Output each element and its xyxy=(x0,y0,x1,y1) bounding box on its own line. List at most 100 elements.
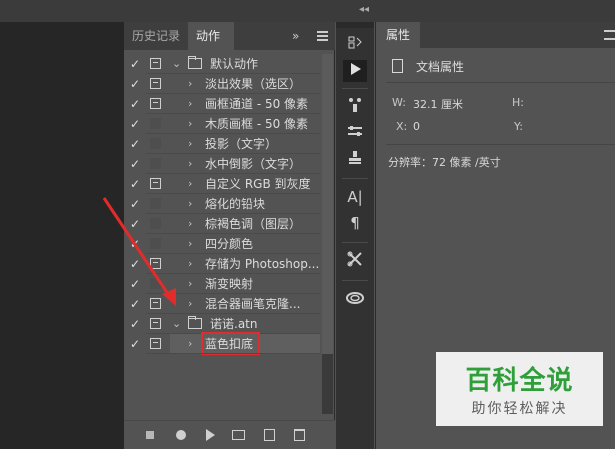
red-arrow-annotation xyxy=(102,197,176,306)
dialog-toggle-icon[interactable] xyxy=(150,138,161,149)
watermark-title: 百科全说 xyxy=(465,366,574,396)
toggle-checkmark-icon[interactable]: ✓ xyxy=(130,156,142,172)
brush-presets-icon[interactable] xyxy=(343,96,367,118)
chevron-right-icon[interactable]: › xyxy=(188,175,192,193)
action-label: 默认动作 xyxy=(210,57,259,71)
collapse-panels-icon[interactable]: ◂◂ xyxy=(359,4,369,15)
properties-tabs: 属性 xyxy=(376,22,615,48)
action-row[interactable]: ✓ › 投影（文字） xyxy=(124,134,320,154)
action-row[interactable]: ✓ › 蓝色扣底 xyxy=(124,332,320,355)
creative-cloud-icon[interactable] xyxy=(343,288,367,310)
chevron-right-icon[interactable]: › xyxy=(188,275,192,293)
tab-history[interactable]: 历史记录 xyxy=(124,22,188,50)
action-label: 存储为 Photoshop... xyxy=(205,257,320,271)
x-label: X: xyxy=(396,120,408,133)
tool-separator xyxy=(342,242,368,243)
tab-properties[interactable]: 属性 xyxy=(376,22,420,48)
chevron-right-icon[interactable]: › xyxy=(188,135,192,153)
chevron-right-icon[interactable]: › xyxy=(188,335,192,353)
tool-presets-icon[interactable] xyxy=(343,250,367,272)
action-row[interactable]: ✓ › 木质画框 - 50 像素 xyxy=(124,114,320,134)
trash-icon[interactable] xyxy=(294,429,305,441)
stop-icon[interactable] xyxy=(146,431,154,439)
y-label: Y: xyxy=(514,120,523,133)
red-highlight-box xyxy=(201,332,260,355)
panel-menu-icon[interactable] xyxy=(604,30,615,40)
adjustments-icon[interactable] xyxy=(343,122,367,144)
clone-source-icon[interactable] xyxy=(343,148,367,170)
actions-scrollbar-thumb[interactable] xyxy=(322,54,333,354)
tool-separator xyxy=(342,88,368,89)
document-properties-title: 文档属性 xyxy=(416,60,465,74)
play-icon[interactable] xyxy=(343,60,367,82)
chevron-right-icon[interactable]: › xyxy=(188,195,192,213)
chevron-right-icon[interactable]: › xyxy=(188,115,192,133)
expand-panel-icon[interactable]: » xyxy=(292,29,299,43)
width-label: W: xyxy=(392,96,406,109)
panel-icon-strip: A| ¶ xyxy=(336,22,374,449)
dialog-toggle-icon[interactable] xyxy=(150,118,161,129)
paragraph-icon[interactable]: ¶ xyxy=(343,212,367,234)
chevron-right-icon[interactable]: › xyxy=(188,215,192,233)
action-label: 渐变映射 xyxy=(205,277,254,291)
dialog-toggle-icon[interactable] xyxy=(150,158,161,169)
chevron-right-icon[interactable]: › xyxy=(188,255,192,273)
dialog-toggle-icon[interactable] xyxy=(150,338,161,349)
tab-actions[interactable]: 动作 xyxy=(188,22,234,50)
action-label: 四分颜色 xyxy=(205,237,254,251)
actions-bottom-toolbar xyxy=(124,420,335,449)
toggle-checkmark-icon[interactable]: ✓ xyxy=(130,116,142,132)
dialog-toggle-icon[interactable] xyxy=(150,58,161,69)
new-set-folder-icon[interactable] xyxy=(232,430,245,440)
action-label: 熔化的铅块 xyxy=(205,197,266,211)
action-label: 自定义 RGB 到灰度 xyxy=(205,177,311,191)
toggle-checkmark-icon[interactable]: ✓ xyxy=(130,76,142,92)
folder-icon xyxy=(188,316,202,329)
action-row[interactable]: ✓ › 画框通道 - 50 像素 xyxy=(124,94,320,114)
new-action-icon[interactable] xyxy=(264,429,275,441)
action-label: 水中倒影（文字） xyxy=(205,157,302,171)
play-selection-icon[interactable] xyxy=(206,429,215,441)
dialog-toggle-icon[interactable] xyxy=(150,318,161,329)
x-value[interactable]: 0 xyxy=(413,120,420,133)
actions-panel-tabs: 历史记录 动作 » xyxy=(124,22,335,50)
chevron-right-icon[interactable]: › xyxy=(188,95,192,113)
dialog-toggle-icon[interactable] xyxy=(150,78,161,89)
width-value[interactable]: 32.1 厘米 xyxy=(413,96,463,112)
panel-menu-icon[interactable] xyxy=(317,31,328,41)
tool-separator xyxy=(342,178,368,179)
toggle-checkmark-icon[interactable]: ✓ xyxy=(130,336,142,352)
tool-separator xyxy=(342,280,368,281)
chevron-right-icon[interactable]: › xyxy=(188,75,192,93)
toggle-checkmark-icon[interactable]: ✓ xyxy=(130,96,142,112)
record-icon[interactable] xyxy=(176,430,186,440)
chevron-right-icon[interactable]: › xyxy=(188,295,192,313)
chevron-down-icon[interactable]: ⌄ xyxy=(172,315,181,333)
action-row[interactable]: ✓ › 水中倒影（文字） xyxy=(124,154,320,174)
action-set-row[interactable]: ✓ ⌄ 诺诺.atn xyxy=(124,314,320,334)
history-brush-icon[interactable] xyxy=(343,34,367,56)
action-set-row[interactable]: ✓ ⌄ 默认动作 xyxy=(124,54,320,74)
action-label: 投影（文字） xyxy=(205,137,278,151)
action-row[interactable]: ✓ › 淡出效果（选区） xyxy=(124,74,320,94)
height-label: H: xyxy=(512,96,524,109)
chevron-right-icon[interactable]: › xyxy=(188,155,192,173)
toggle-checkmark-icon[interactable]: ✓ xyxy=(130,56,142,72)
toggle-checkmark-icon[interactable]: ✓ xyxy=(130,316,142,332)
icon-strip-header xyxy=(336,22,374,28)
dialog-toggle-icon[interactable] xyxy=(150,178,161,189)
watermark-subtitle: 助你轻松解决 xyxy=(471,401,568,417)
action-label: 淡出效果（选区） xyxy=(205,77,302,91)
divider xyxy=(386,82,615,83)
toggle-checkmark-icon[interactable]: ✓ xyxy=(130,136,142,152)
chevron-right-icon[interactable]: › xyxy=(188,235,192,253)
canvas-top-bar xyxy=(0,0,124,22)
dialog-toggle-icon[interactable] xyxy=(150,98,161,109)
chevron-down-icon[interactable]: ⌄ xyxy=(172,55,181,73)
character-icon[interactable]: A| xyxy=(343,186,367,208)
divider xyxy=(386,144,615,145)
action-label: 画框通道 - 50 像素 xyxy=(205,97,309,111)
action-label: 棕褐色调（图层） xyxy=(205,217,302,231)
watermark: 百科全说 助你轻松解决 xyxy=(436,352,603,426)
row-divider xyxy=(146,353,320,354)
